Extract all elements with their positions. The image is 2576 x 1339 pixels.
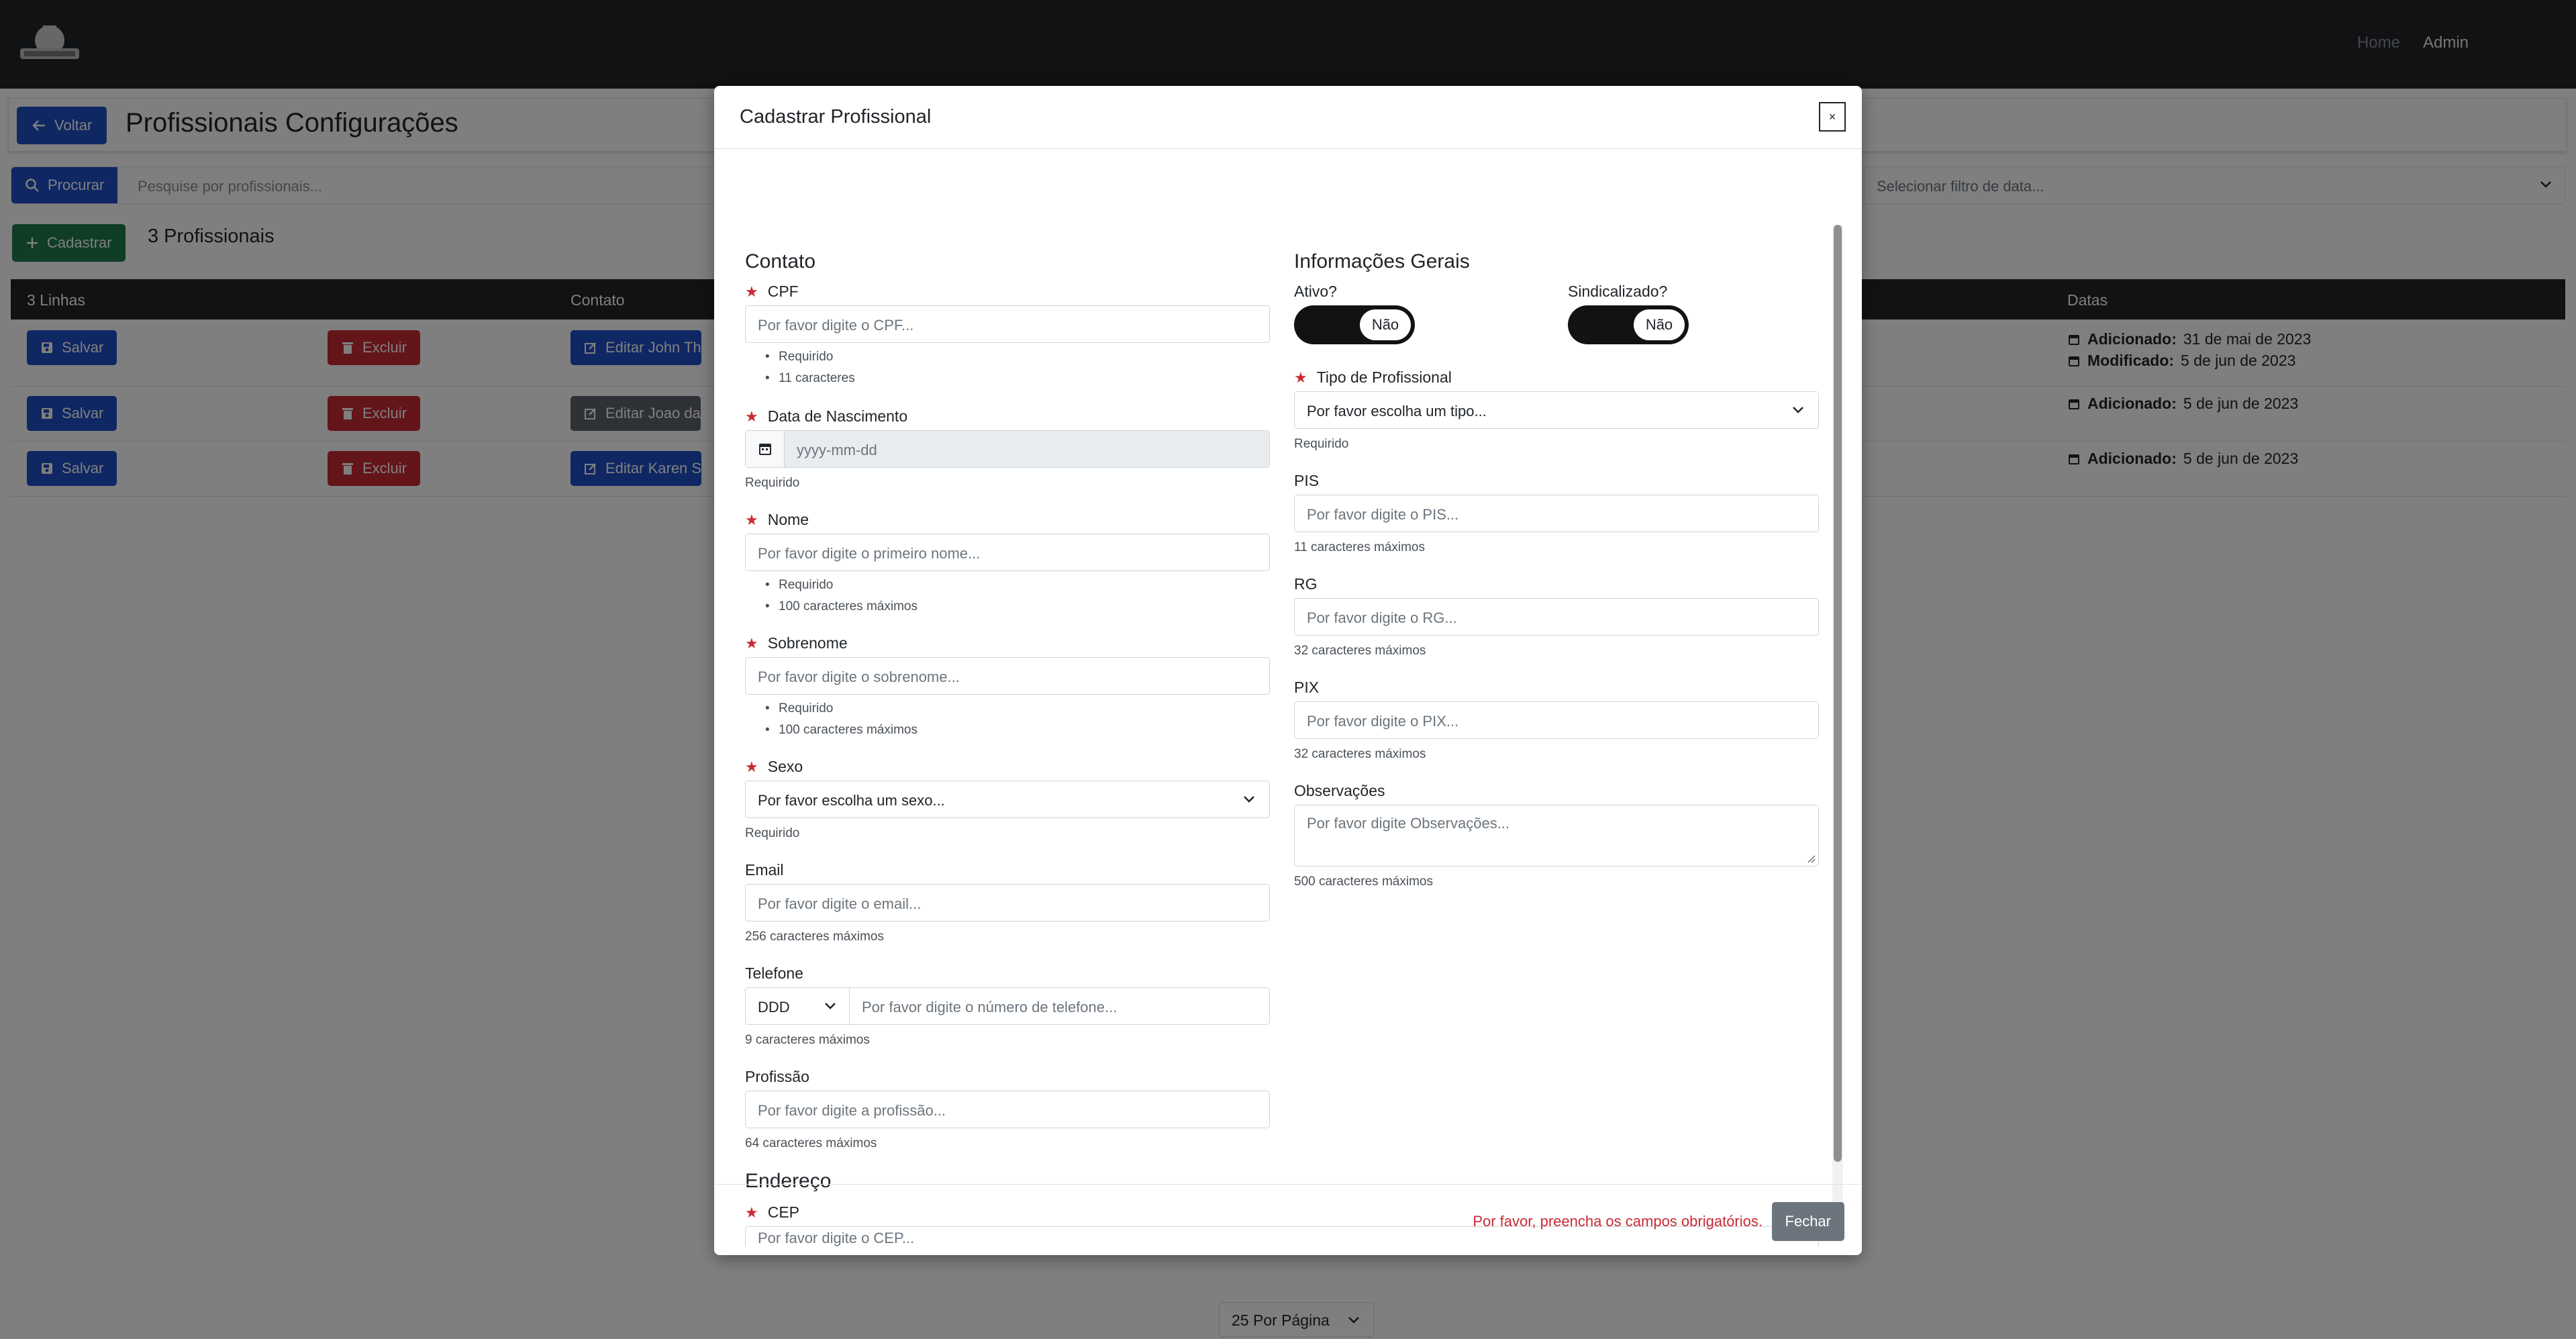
email-label: Email	[745, 861, 784, 879]
calendar-icon	[758, 444, 771, 455]
pix-placeholder: Por favor digite o PIX...	[1307, 713, 1459, 730]
rg-placeholder: Por favor digite o RG...	[1307, 609, 1457, 626]
profession-hint: 64 caracteres máximos	[745, 1136, 877, 1150]
section-contato: Contato	[745, 250, 816, 272]
union-toggle-value: Não	[1634, 309, 1685, 340]
profession-placeholder: Por favor digite a profissão...	[758, 1102, 946, 1119]
first-name-input[interactable]: Por favor digite o primeiro nome...	[745, 534, 1270, 571]
cpf-label-text: CPF	[767, 283, 799, 300]
required-star-icon: ★	[745, 634, 758, 652]
professional-type-select[interactable]: Por favor escolha um tipo...	[1294, 391, 1819, 429]
union-label: Sindicalizado?	[1568, 283, 1668, 300]
required-star-icon: ★	[1294, 368, 1307, 386]
email-hint: 256 caracteres máximos	[745, 930, 884, 944]
phone-hint: 9 caracteres máximos	[745, 1033, 870, 1047]
pis-hint: 11 caracteres máximos	[1294, 540, 1425, 554]
profession-label: Profissão	[745, 1068, 809, 1085]
pis-label: PIS	[1294, 472, 1320, 489]
modal-title: Cadastrar Profissional	[740, 106, 932, 128]
email-placeholder: Por favor digite o email...	[758, 895, 922, 912]
last-name-hint-length: 100 caracteres máximos	[765, 723, 918, 738]
chevron-down-icon	[1793, 407, 1803, 413]
last-name-hint-required: Requirido	[765, 701, 833, 716]
cpf-hint-length: 11 caracteres	[765, 371, 855, 386]
sex-label: ★ Sexo	[745, 758, 803, 776]
sex-hint: Requirido	[745, 826, 800, 840]
rg-label: RG	[1294, 575, 1318, 593]
ddd-value: DDD	[758, 999, 790, 1015]
pix-input[interactable]: Por favor digite o PIX...	[1294, 701, 1819, 739]
chevron-down-icon	[825, 1003, 836, 1009]
first-name-label: ★ Nome	[745, 511, 809, 529]
sex-select[interactable]: Por favor escolha um sexo...	[745, 781, 1270, 818]
required-star-icon: ★	[745, 407, 758, 425]
first-name-label-text: Nome	[767, 511, 809, 528]
first-name-hint-required: Requirido	[765, 578, 833, 593]
active-toggle-value: Não	[1360, 309, 1411, 340]
required-star-icon: ★	[745, 758, 758, 775]
cpf-input[interactable]: Por favor digite o CPF...	[745, 305, 1270, 343]
cpf-label: ★ CPF	[745, 283, 799, 301]
last-name-label-text: Sobrenome	[767, 634, 848, 652]
last-name-label: ★ Sobrenome	[745, 634, 848, 652]
birthdate-label: ★ Data de Nascimento	[745, 407, 907, 426]
rg-input[interactable]: Por favor digite o RG...	[1294, 598, 1819, 636]
last-name-input[interactable]: Por favor digite o sobrenome...	[745, 657, 1270, 695]
last-name-placeholder: Por favor digite o sobrenome...	[758, 668, 960, 685]
cpf-hint-required: Requirido	[765, 350, 833, 364]
profession-input[interactable]: Por favor digite a profissão...	[745, 1091, 1270, 1128]
calendar-button[interactable]	[746, 431, 785, 467]
sex-label-text: Sexo	[767, 758, 803, 775]
modal-scrollbar[interactable]	[1832, 225, 1843, 1236]
required-star-icon: ★	[745, 283, 758, 300]
modal-header: Cadastrar Profissional ×	[714, 86, 1862, 149]
section-informacoes-gerais: Informações Gerais	[1294, 250, 1470, 272]
pis-placeholder: Por favor digite o PIS...	[1307, 506, 1459, 523]
birthdate-placeholder: yyyy-mm-dd	[797, 442, 877, 458]
modal-body: Contato ★ CPF Por favor digite o CPF... R…	[714, 150, 1862, 1269]
close-button[interactable]: ×	[1819, 102, 1846, 132]
notes-placeholder: Por favor digite Observações...	[1307, 815, 1510, 832]
professional-type-placeholder: Por favor escolha um tipo...	[1307, 403, 1487, 419]
ddd-select[interactable]: DDD	[745, 987, 850, 1025]
pis-input[interactable]: Por favor digite o PIS...	[1294, 495, 1819, 532]
birthdate-hint: Requirido	[745, 476, 800, 490]
professional-type-hint: Requirido	[1294, 437, 1349, 451]
union-toggle[interactable]: Não	[1568, 305, 1689, 344]
phone-placeholder: Por favor digite o número de telefone...	[862, 999, 1118, 1015]
chevron-down-icon	[1244, 796, 1254, 803]
scrollbar-thumb[interactable]	[1834, 225, 1842, 1162]
first-name-hint-length: 100 caracteres máximos	[765, 599, 918, 614]
email-input[interactable]: Por favor digite o email...	[745, 884, 1270, 922]
register-professional-modal: Cadastrar Profissional × Contato ★ CPF Po…	[714, 86, 1862, 1255]
sex-placeholder: Por favor escolha um sexo...	[758, 792, 945, 809]
pix-hint: 32 caracteres máximos	[1294, 747, 1426, 761]
modal-footer: Por favor, preencha os campos obrigatóri…	[714, 1184, 1862, 1255]
first-name-placeholder: Por favor digite o primeiro nome...	[758, 545, 981, 562]
birthdate-label-text: Data de Nascimento	[767, 407, 908, 425]
active-toggle[interactable]: Não	[1294, 305, 1415, 344]
professional-type-label-text: Tipo de Profissional	[1316, 368, 1452, 386]
notes-hint: 500 caracteres máximos	[1294, 875, 1433, 889]
required-star-icon: ★	[745, 511, 758, 528]
rg-hint: 32 caracteres máximos	[1294, 644, 1426, 658]
resize-handle-icon[interactable]	[1806, 854, 1816, 863]
professional-type-label: ★ Tipo de Profissional	[1294, 368, 1452, 387]
notes-textarea[interactable]: Por favor digite Observações...	[1294, 805, 1819, 866]
cpf-placeholder: Por favor digite o CPF...	[758, 317, 914, 334]
birthdate-field: yyyy-mm-dd	[745, 430, 1270, 468]
phone-label: Telefone	[745, 964, 803, 982]
notes-label: Observações	[1294, 782, 1385, 799]
active-label: Ativo?	[1294, 283, 1337, 300]
birthdate-input[interactable]: yyyy-mm-dd	[785, 431, 1269, 467]
phone-number-input[interactable]: Por favor digite o número de telefone...	[850, 987, 1270, 1025]
close-modal-button[interactable]: Fechar	[1771, 1202, 1844, 1241]
pix-label: PIX	[1294, 679, 1320, 696]
required-fields-message: Por favor, preencha os campos obrigatóri…	[1473, 1213, 1763, 1230]
